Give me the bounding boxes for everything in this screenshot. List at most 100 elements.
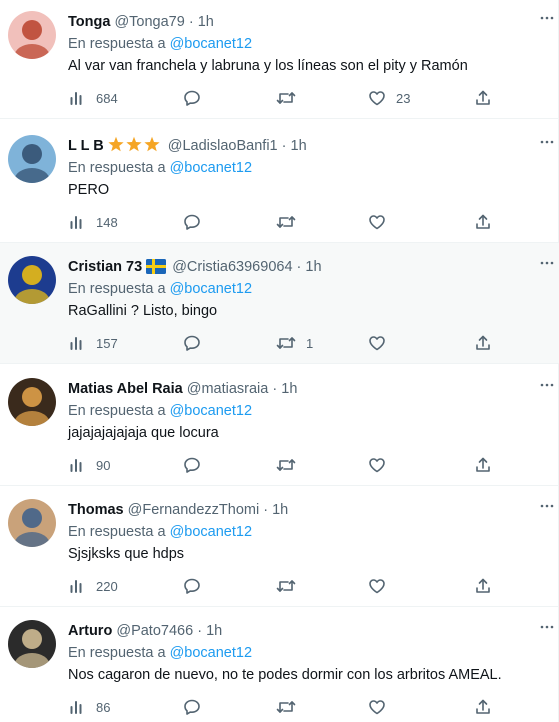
avatar[interactable] <box>8 499 56 547</box>
reply-button[interactable] <box>183 455 211 475</box>
display-name[interactable]: Arturo <box>68 623 112 639</box>
views-button[interactable]: 220 <box>68 576 118 596</box>
reply-icon <box>184 214 200 230</box>
share-button[interactable] <box>474 333 492 353</box>
mention-link[interactable]: @bocanet12 <box>170 160 252 176</box>
like-button[interactable] <box>368 455 396 475</box>
retweet-button[interactable]: 1 <box>276 333 313 353</box>
reply-button[interactable] <box>183 333 211 353</box>
retweet-count: 1 <box>306 335 314 351</box>
reply-context: En respuesta a @bocanet12 <box>68 158 252 178</box>
timestamp[interactable]: 1h <box>291 138 307 154</box>
share-icon <box>476 457 490 472</box>
reply-icon <box>184 90 200 106</box>
tweet-text: PERO <box>68 182 110 198</box>
share-button[interactable] <box>474 455 492 475</box>
like-count: 23 <box>396 90 411 106</box>
share-button[interactable] <box>474 212 492 232</box>
views-button[interactable]: 90 <box>68 455 110 475</box>
tweet[interactable]: L L B @LadislaoBanfi1 · 1h En respuesta … <box>0 122 559 243</box>
views-count: 148 <box>96 214 118 230</box>
timestamp[interactable]: 1h <box>305 259 321 275</box>
views-icon <box>70 580 82 593</box>
reply-button[interactable] <box>183 697 211 717</box>
retweet-button[interactable] <box>276 455 306 475</box>
tweet[interactable]: Arturo @Pato7466 · 1h En respuesta a @bo… <box>0 607 559 722</box>
display-name[interactable]: L L B <box>68 138 104 154</box>
sweden-flag-icon <box>146 259 167 280</box>
retweet-button[interactable] <box>276 576 306 596</box>
like-button[interactable] <box>368 697 396 717</box>
user-handle[interactable]: @FernandezzThomi <box>128 502 260 518</box>
timestamp[interactable]: 1h <box>198 14 214 30</box>
views-button[interactable]: 684 <box>68 88 118 108</box>
separator-dot: · <box>197 623 203 639</box>
user-handle[interactable]: @LadislaoBanfi1 <box>168 138 278 154</box>
display-name[interactable]: Matias Abel Raia <box>68 381 183 397</box>
retweet-icon <box>276 459 296 471</box>
more-options-icon[interactable] <box>539 619 555 635</box>
action-bar: 157 1 <box>68 333 498 353</box>
reply-button[interactable] <box>183 576 211 596</box>
timestamp[interactable]: 1h <box>206 623 222 639</box>
share-icon <box>476 699 490 714</box>
avatar[interactable] <box>8 135 56 183</box>
views-button[interactable]: 86 <box>68 697 110 717</box>
tweet[interactable]: Thomas @FernandezzThomi · 1h En respuest… <box>0 486 559 607</box>
tweet[interactable]: Cristian 73 @Cristia63969064 · 1h En res… <box>0 243 559 364</box>
reply-context: En respuesta a @bocanet12 <box>68 522 252 542</box>
avatar[interactable] <box>8 256 56 304</box>
reply-button[interactable] <box>183 212 211 232</box>
more-options-icon[interactable] <box>539 498 555 514</box>
views-count: 157 <box>96 335 118 351</box>
reply-context: En respuesta a @bocanet12 <box>68 643 252 663</box>
more-options-icon[interactable] <box>539 10 555 26</box>
mention-link[interactable]: @bocanet12 <box>170 645 252 661</box>
views-count: 86 <box>96 699 111 715</box>
more-options-icon[interactable] <box>539 134 555 150</box>
reply-feed: Tonga @Tonga79 · 1h En respuesta a @boca… <box>0 0 559 722</box>
like-button[interactable] <box>368 212 396 232</box>
retweet-button[interactable] <box>276 88 306 108</box>
user-handle[interactable]: @matiasraia <box>187 381 269 397</box>
heart-icon <box>369 91 385 106</box>
retweet-button[interactable] <box>276 212 306 232</box>
avatar[interactable] <box>8 378 56 426</box>
user-handle[interactable]: @Cristia63969064 <box>172 259 292 275</box>
mention-link[interactable]: @bocanet12 <box>170 403 252 419</box>
share-button[interactable] <box>474 88 492 108</box>
timestamp[interactable]: 1h <box>272 502 288 518</box>
tweet[interactable]: Matias Abel Raia @matiasraia · 1h En res… <box>0 365 559 486</box>
action-bar: 90 <box>68 455 498 475</box>
mention-link[interactable]: @bocanet12 <box>170 281 252 297</box>
avatar[interactable] <box>8 11 56 59</box>
views-button[interactable]: 148 <box>68 212 118 232</box>
retweet-button[interactable] <box>276 697 306 717</box>
like-button[interactable]: 23 <box>368 88 410 108</box>
display-name[interactable]: Thomas <box>68 502 124 518</box>
avatar[interactable] <box>8 620 56 668</box>
more-options-icon[interactable] <box>539 255 555 271</box>
like-button[interactable] <box>368 333 396 353</box>
more-options-icon[interactable] <box>539 377 555 393</box>
timestamp[interactable]: 1h <box>281 381 297 397</box>
user-handle[interactable]: @Pato7466 <box>116 623 193 639</box>
share-button[interactable] <box>474 576 492 596</box>
mention-link[interactable]: @bocanet12 <box>170 36 252 52</box>
share-button[interactable] <box>474 697 492 717</box>
tweet[interactable]: Tonga @Tonga79 · 1h En respuesta a @boca… <box>0 0 559 119</box>
tweet-header: Arturo @Pato7466 · 1h <box>68 621 222 641</box>
views-icon <box>70 701 82 714</box>
views-button[interactable]: 157 <box>68 333 118 353</box>
like-button[interactable] <box>368 576 396 596</box>
heart-icon <box>369 336 385 351</box>
display-name[interactable]: Tonga <box>68 14 110 30</box>
mention-link[interactable]: @bocanet12 <box>170 524 252 540</box>
reply-prefix: En respuesta a <box>68 36 166 52</box>
reply-icon <box>184 335 200 351</box>
display-name[interactable]: Cristian 73 <box>68 259 142 275</box>
reply-button[interactable] <box>183 88 211 108</box>
reply-prefix: En respuesta a <box>68 645 166 661</box>
separator-dot: · <box>281 138 287 154</box>
user-handle[interactable]: @Tonga79 <box>114 14 184 30</box>
